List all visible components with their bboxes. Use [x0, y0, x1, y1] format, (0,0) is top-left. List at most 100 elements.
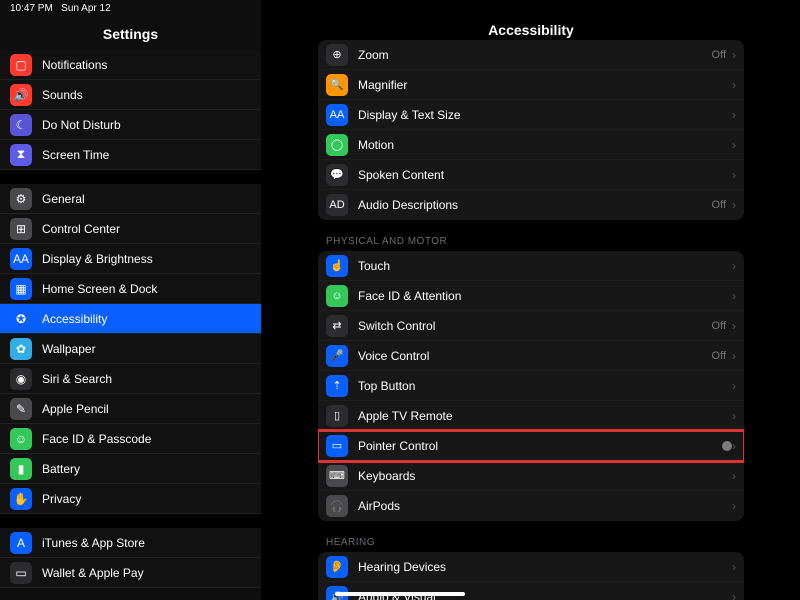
- section-header-hearing: HEARING: [318, 527, 744, 552]
- setting-row-audio-visual[interactable]: 🔊Audio & Visual›: [318, 582, 744, 600]
- sidebar-item-label: Wallpaper: [42, 342, 251, 356]
- sidebar-item-face-id-passcode[interactable]: ☺ Face ID & Passcode: [0, 424, 261, 454]
- setting-row-airpods[interactable]: 🎧AirPods›: [318, 491, 744, 521]
- chevron-right-icon: ›: [732, 319, 736, 333]
- accessibility-icon: ✪: [10, 308, 32, 330]
- setting-row-voice-control[interactable]: 🎤Voice ControlOff›: [318, 341, 744, 371]
- setting-row-touch[interactable]: ☝Touch›: [318, 251, 744, 281]
- chevron-right-icon: ›: [732, 590, 736, 600]
- chevron-right-icon: ›: [732, 409, 736, 423]
- touch-icon: ☝: [326, 255, 348, 277]
- sidebar-item-sounds[interactable]: 🔊Sounds: [0, 80, 261, 110]
- setting-row-value: Off: [712, 49, 726, 61]
- home-screen-dock-icon: ▦: [10, 278, 32, 300]
- setting-row-audio-descriptions[interactable]: ADAudio DescriptionsOff›: [318, 190, 744, 220]
- sidebar-item-label: Screen Time: [42, 148, 251, 162]
- chevron-right-icon: ›: [732, 379, 736, 393]
- home-indicator[interactable]: [335, 592, 465, 596]
- voice-control-icon: 🎤: [326, 345, 348, 367]
- sidebar-item-label: Display & Brightness: [42, 252, 251, 266]
- sidebar-item-home-screen-dock[interactable]: ▦ Home Screen & Dock: [0, 274, 261, 304]
- sidebar-item-label: Accessibility: [42, 312, 251, 326]
- sidebar-item-accessibility[interactable]: ✪ Accessibility: [0, 304, 261, 334]
- sidebar-item-label: Face ID & Passcode: [42, 432, 251, 446]
- wallet-apple-pay-icon: ▭: [10, 562, 32, 584]
- status-time: 10:47 PM: [10, 3, 53, 14]
- apple-pencil-icon: ✎: [10, 398, 32, 420]
- sidebar-item-notifications[interactable]: ▢ Notifications: [0, 50, 261, 80]
- apple-tv-remote-icon: ▯: [326, 405, 348, 427]
- airpods-icon: 🎧: [326, 495, 348, 517]
- chevron-right-icon: ›: [732, 469, 736, 483]
- detail-title: Accessibility: [262, 22, 800, 38]
- setting-row-label: Motion: [358, 138, 732, 152]
- sidebar-item-label: Wallet & Apple Pay: [42, 566, 251, 580]
- setting-row-apple-tv-remote[interactable]: ▯Apple TV Remote›: [318, 401, 744, 431]
- pointer-dot-icon: [722, 441, 732, 451]
- notifications-icon: ▢: [10, 54, 32, 76]
- sidebar-item-label: General: [42, 192, 251, 206]
- setting-row-motion[interactable]: ◯Motion›: [318, 130, 744, 160]
- detail-pane: Accessibility ⊕ZoomOff›🔍Magnifier›AADisp…: [262, 0, 800, 600]
- chevron-right-icon: ›: [732, 78, 736, 92]
- privacy-icon: ✋: [10, 488, 32, 510]
- sidebar-item-wallpaper[interactable]: ✿Wallpaper: [0, 334, 261, 364]
- chevron-right-icon: ›: [732, 198, 736, 212]
- setting-row-display-text-size[interactable]: AADisplay & Text Size›: [318, 100, 744, 130]
- setting-row-magnifier[interactable]: 🔍 Magnifier›: [318, 70, 744, 100]
- setting-row-pointer-control[interactable]: ▭Pointer Control›: [318, 431, 744, 461]
- sidebar-item-label: Home Screen & Dock: [42, 282, 251, 296]
- battery-icon: ▮: [10, 458, 32, 480]
- setting-row-top-button[interactable]: ⇡Top Button›: [318, 371, 744, 401]
- face-id-passcode-icon: ☺: [10, 428, 32, 450]
- sidebar-item-label: Notifications: [42, 58, 251, 72]
- setting-row-zoom[interactable]: ⊕ZoomOff›: [318, 40, 744, 70]
- status-left: 10:47 PM Sun Apr 12: [10, 3, 111, 14]
- chevron-right-icon: ›: [732, 560, 736, 574]
- sidebar-item-apple-pencil[interactable]: ✎ Apple Pencil: [0, 394, 261, 424]
- setting-row-label: Display & Text Size: [358, 108, 732, 122]
- setting-row-face-id-attention[interactable]: ☺Face ID & Attention›: [318, 281, 744, 311]
- setting-row-label: Voice Control: [358, 349, 535, 363]
- sidebar-item-control-center[interactable]: ⊞Control Center: [0, 214, 261, 244]
- sidebar-item-do-not-disturb[interactable]: ☾Do Not Disturb: [0, 110, 261, 140]
- keyboards-icon: ⌨: [326, 465, 348, 487]
- setting-row-label: Face ID & Attention: [358, 289, 732, 303]
- setting-row-label: Switch Control: [358, 319, 535, 333]
- setting-row-switch-control[interactable]: ⇄Switch ControlOff›: [318, 311, 744, 341]
- setting-row-label: Hearing Devices: [358, 560, 732, 574]
- sidebar-item-siri-search[interactable]: ◉Siri & Search: [0, 364, 261, 394]
- sidebar-item-label: iTunes & App Store: [42, 536, 251, 550]
- sidebar-item-general[interactable]: ⚙General: [0, 184, 261, 214]
- sidebar-item-battery[interactable]: ▮ Battery: [0, 454, 261, 484]
- sidebar-item-display-brightness[interactable]: AADisplay & Brightness: [0, 244, 261, 274]
- setting-row-value: Off: [712, 199, 726, 211]
- setting-row-hearing-devices[interactable]: 👂 Hearing Devices›: [318, 552, 744, 582]
- sidebar-item-privacy[interactable]: ✋Privacy: [0, 484, 261, 514]
- setting-row-label: Touch: [358, 259, 732, 273]
- sidebar-item-label: Battery: [42, 462, 251, 476]
- control-center-icon: ⊞: [10, 218, 32, 240]
- hearing-devices-icon: 👂: [326, 556, 348, 578]
- sidebar-item-wallet-apple-pay[interactable]: ▭ Wallet & Apple Pay: [0, 558, 261, 588]
- screen-time-icon: ⧗: [10, 144, 32, 166]
- chevron-right-icon: ›: [732, 168, 736, 182]
- setting-row-label: Magnifier: [358, 78, 732, 92]
- zoom-icon: ⊕: [326, 44, 348, 66]
- sidebar-item-screen-time[interactable]: ⧗ Screen Time: [0, 140, 261, 170]
- motion-icon: ◯: [326, 134, 348, 156]
- face-id-attention-icon: ☺: [326, 285, 348, 307]
- chevron-right-icon: ›: [732, 439, 736, 453]
- sidebar-item-itunes-app-store[interactable]: AiTunes & App Store: [0, 528, 261, 558]
- setting-row-keyboards[interactable]: ⌨Keyboards›: [318, 461, 744, 491]
- sidebar-item-label: Sounds: [42, 88, 251, 102]
- settings-sidebar: Settings ▢Notifications🔊Sounds☾Do Not Di…: [0, 0, 262, 600]
- itunes-app-store-icon: A: [10, 532, 32, 554]
- chevron-right-icon: ›: [732, 349, 736, 363]
- setting-row-spoken-content[interactable]: 💬Spoken Content›: [318, 160, 744, 190]
- sidebar-item-label: Apple Pencil: [42, 402, 251, 416]
- do-not-disturb-icon: ☾: [10, 114, 32, 136]
- pointer-control-icon: ▭: [326, 435, 348, 457]
- magnifier-icon: 🔍: [326, 74, 348, 96]
- setting-row-label: Audio Descriptions: [358, 198, 535, 212]
